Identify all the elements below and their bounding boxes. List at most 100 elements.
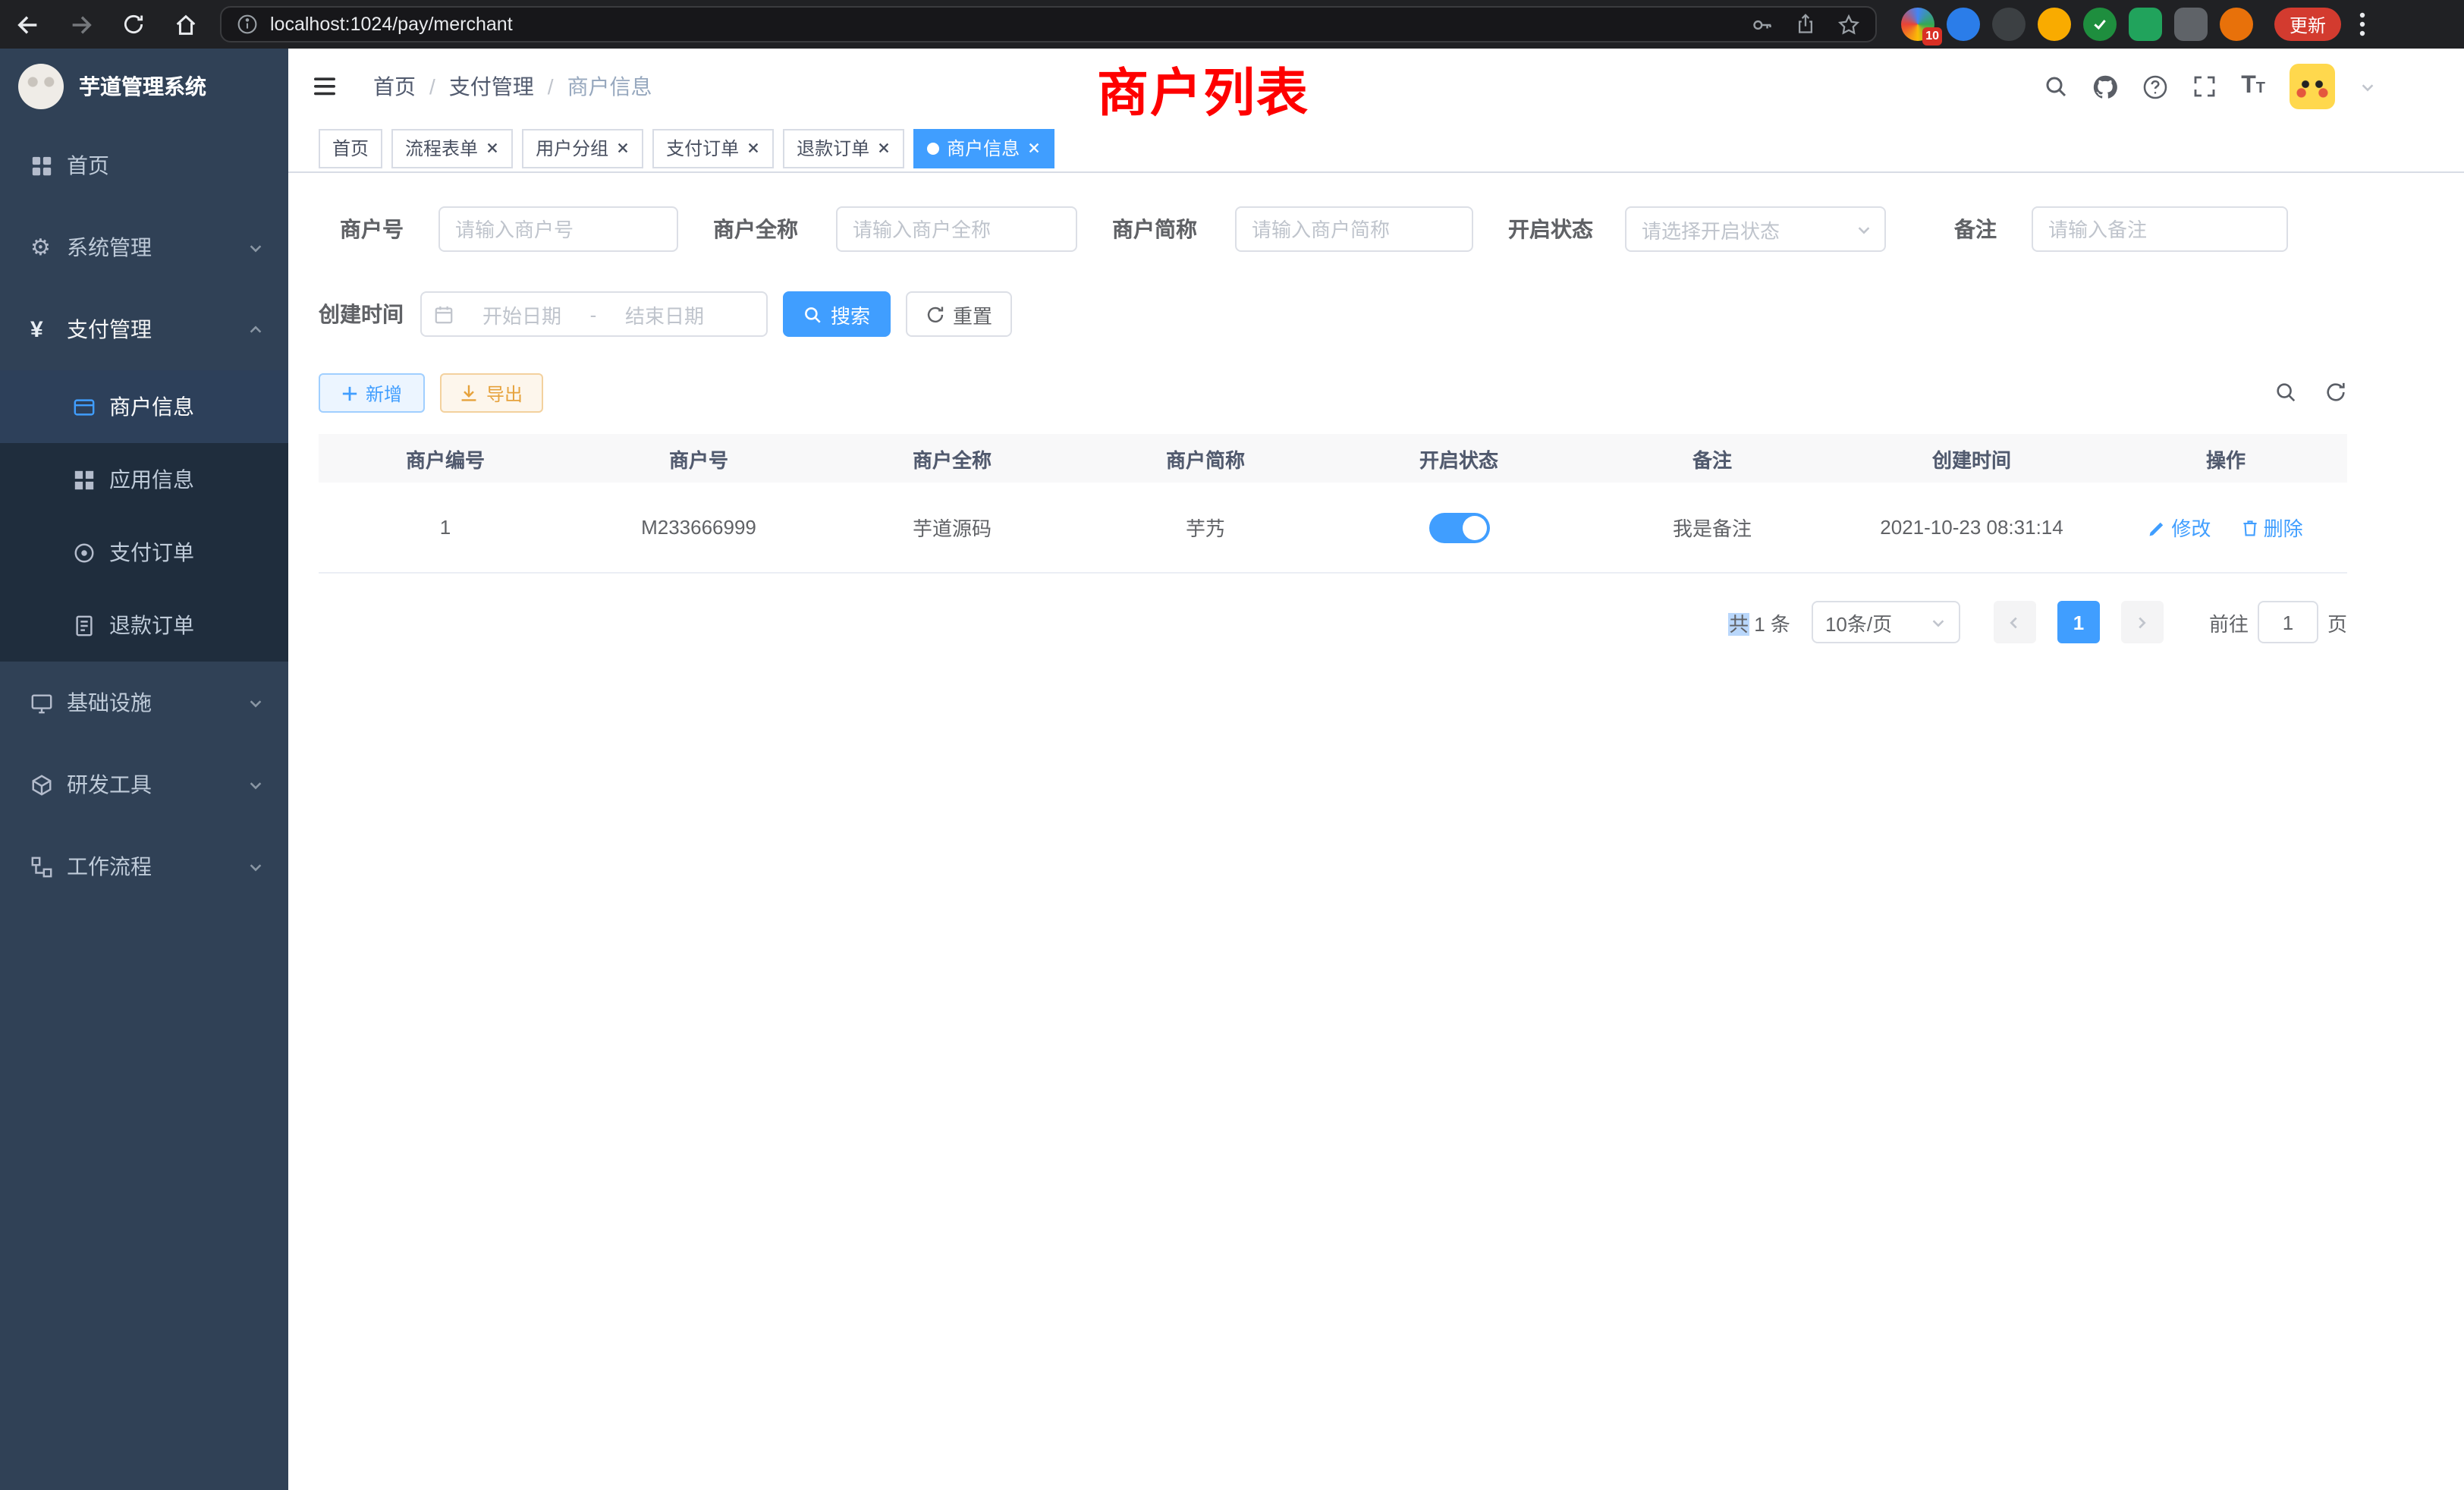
close-icon[interactable]	[746, 141, 760, 155]
add-button[interactable]: 新增	[319, 373, 425, 413]
next-page-icon[interactable]	[2121, 601, 2164, 643]
tab-label: 支付订单	[666, 135, 739, 161]
sidebar-item-refund-orders[interactable]: 退款订单	[0, 589, 288, 662]
font-size-icon[interactable]: TT	[2241, 74, 2265, 99]
prev-page-icon[interactable]	[1994, 601, 2036, 643]
status-select-placeholder: 请选择开启状态	[1642, 215, 1780, 244]
sidebar-item-dev-tools[interactable]: 研发工具	[0, 743, 288, 825]
goto-page-input[interactable]	[2258, 601, 2318, 643]
delete-link[interactable]: 删除	[2241, 513, 2303, 542]
extension-badge: 10	[1922, 27, 1942, 46]
breadcrumb-payment[interactable]: 支付管理	[449, 71, 534, 102]
status-toggle[interactable]	[1428, 512, 1489, 542]
reload-icon[interactable]	[121, 12, 146, 36]
merchant-no-input[interactable]	[438, 206, 678, 252]
export-button-label: 导出	[486, 380, 523, 406]
merchant-no-label: 商户号	[340, 206, 404, 252]
sidebar-item-pay-orders[interactable]: 支付订单	[0, 516, 288, 589]
extension-icon[interactable]	[2220, 8, 2253, 41]
document-icon	[73, 614, 109, 637]
extension-icon[interactable]	[2129, 8, 2162, 41]
status-select[interactable]: 请选择开启状态	[1625, 206, 1886, 252]
extension-icon[interactable]	[1947, 8, 1980, 41]
export-button[interactable]: 导出	[440, 373, 543, 413]
tab-home[interactable]: 首页	[319, 128, 382, 168]
column-header: 创建时间	[1839, 434, 2104, 483]
sidebar-item-label: 支付管理	[67, 314, 247, 344]
show-search-icon[interactable]	[2274, 381, 2297, 404]
home-icon[interactable]	[173, 11, 199, 37]
refresh-table-icon[interactable]	[2324, 381, 2347, 404]
sidebar-item-app-info[interactable]: 应用信息	[0, 443, 288, 516]
extension-icon[interactable]: 10	[1901, 8, 1934, 41]
forward-icon[interactable]	[68, 11, 94, 37]
tab-merchant-info[interactable]: 商户信息	[913, 128, 1054, 168]
page-info-icon[interactable]	[237, 14, 258, 35]
extension-icon[interactable]	[1992, 8, 2026, 41]
short-name-input[interactable]	[1235, 206, 1473, 252]
address-bar[interactable]: localhost:1024/pay/merchant	[220, 6, 1877, 42]
close-icon[interactable]	[1027, 141, 1041, 155]
chevron-down-icon	[247, 694, 264, 711]
close-icon[interactable]	[616, 141, 630, 155]
sidebar-item-merchant-info[interactable]: 商户信息	[0, 370, 288, 443]
browser-nav-buttons	[15, 11, 199, 37]
back-icon[interactable]	[15, 11, 41, 37]
extension-icon[interactable]	[2083, 8, 2117, 41]
tab-pay-orders[interactable]: 支付订单	[652, 128, 774, 168]
user-avatar[interactable]	[2290, 64, 2335, 109]
password-key-icon[interactable]	[1751, 13, 1774, 36]
close-icon[interactable]	[486, 141, 499, 155]
edit-link[interactable]: 修改	[2148, 513, 2211, 542]
help-icon[interactable]	[2142, 74, 2168, 99]
tab-label: 用户分组	[536, 135, 608, 161]
extension-icon[interactable]	[2038, 8, 2071, 41]
sidebar-item-system[interactable]: ⚙ 系统管理	[0, 206, 288, 288]
tab-user-group[interactable]: 用户分组	[522, 128, 643, 168]
remark-label: 备注	[1954, 206, 1997, 252]
full-name-label: 商户全称	[713, 206, 798, 252]
browser-update-button[interactable]: 更新	[2274, 8, 2341, 41]
browser-menu-icon[interactable]	[2359, 12, 2365, 36]
tab-refund-orders[interactable]: 退款订单	[783, 128, 904, 168]
sidebar-item-payment[interactable]: ¥ 支付管理	[0, 288, 288, 370]
chevron-down-icon	[1856, 221, 1872, 237]
page-number-button[interactable]: 1	[2057, 601, 2100, 643]
reset-button[interactable]: 重置	[906, 291, 1012, 337]
sidebar-item-label: 支付订单	[109, 537, 288, 567]
extension-icon[interactable]	[2174, 8, 2208, 41]
share-icon[interactable]	[1795, 14, 1816, 35]
chevron-down-icon	[247, 858, 264, 875]
gear-icon: ⚙	[30, 236, 67, 259]
cube-icon	[30, 773, 67, 796]
cell-status	[1332, 483, 1586, 573]
goto-label: 前往	[2209, 608, 2249, 637]
plus-icon	[341, 385, 358, 401]
breadcrumb-separator: /	[548, 74, 554, 99]
date-range-picker[interactable]: 开始日期 - 结束日期	[420, 291, 768, 337]
search-button[interactable]: 搜索	[783, 291, 891, 337]
pagination-goto: 前往 页	[2209, 601, 2347, 643]
fullscreen-icon[interactable]	[2192, 74, 2217, 99]
status-label: 开启状态	[1508, 206, 1593, 252]
breadcrumb-home[interactable]: 首页	[373, 71, 416, 102]
full-name-input[interactable]	[836, 206, 1077, 252]
url-text: localhost:1024/pay/merchant	[270, 14, 513, 35]
sidebar-item-home[interactable]: 首页	[0, 124, 288, 206]
sidebar-item-label: 退款订单	[109, 610, 288, 640]
logo-row[interactable]: 芋道管理系统	[0, 49, 288, 124]
github-icon[interactable]	[2092, 74, 2118, 99]
page-size-select[interactable]: 10条/页	[1812, 601, 1960, 643]
sidebar-item-workflow[interactable]: 工作流程	[0, 825, 288, 907]
search-icon[interactable]	[2044, 74, 2068, 99]
sidebar-item-infrastructure[interactable]: 基础设施	[0, 662, 288, 743]
remark-input[interactable]	[2032, 206, 2288, 252]
cell-merchant-no: M233666999	[572, 483, 825, 573]
payment-submenu: 商户信息 应用信息 支付订单	[0, 370, 288, 662]
bookmark-star-icon[interactable]	[1837, 13, 1860, 36]
sidebar-toggle-icon[interactable]	[311, 73, 338, 100]
chevron-down-icon[interactable]	[2359, 78, 2376, 95]
tab-process-form[interactable]: 流程表单	[391, 128, 513, 168]
cell-remark: 我是备注	[1586, 483, 1839, 573]
close-icon[interactable]	[877, 141, 891, 155]
